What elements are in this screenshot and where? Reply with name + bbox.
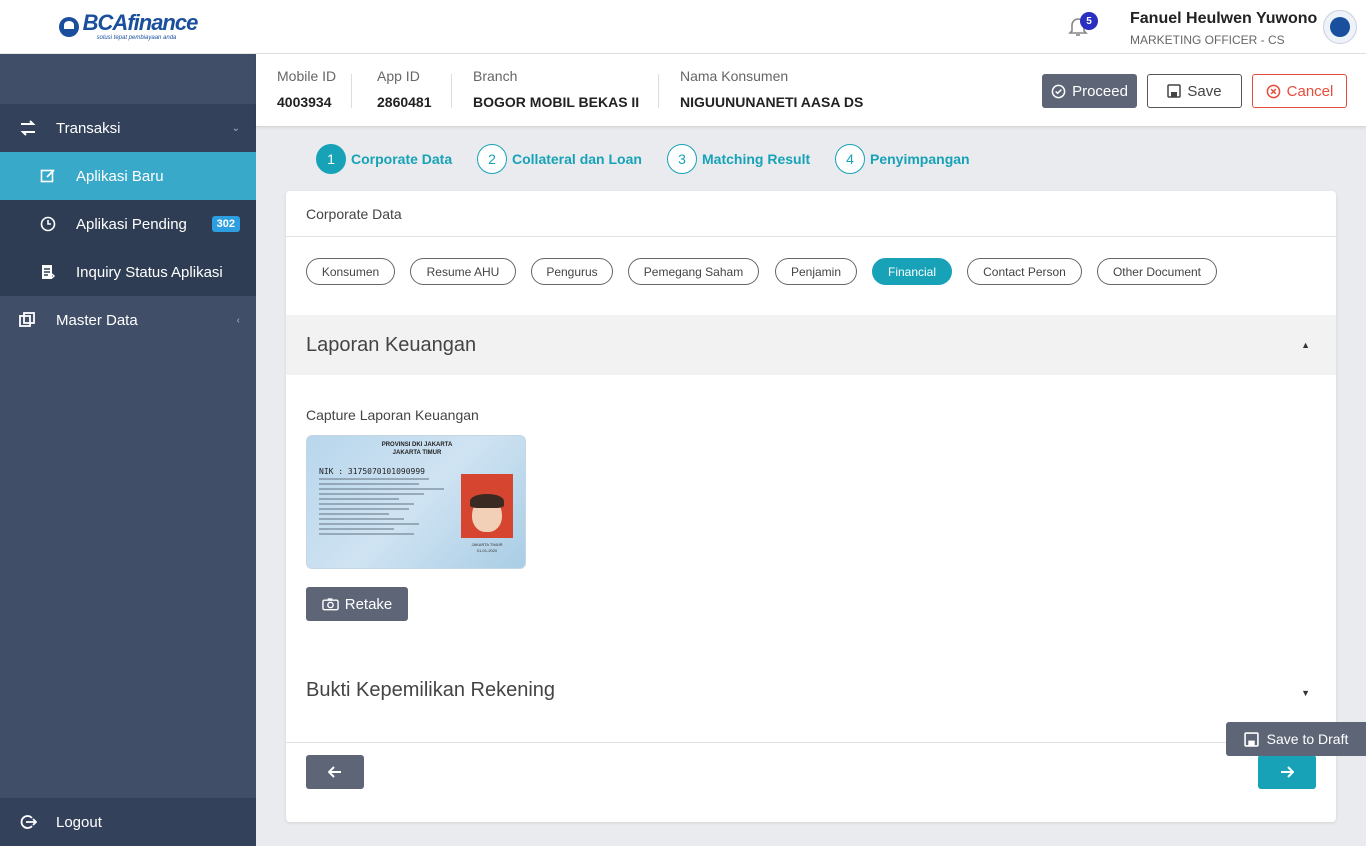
- user-name[interactable]: Fanuel Heulwen Yuwono: [1130, 10, 1317, 28]
- ktp-detail-lines: [319, 478, 459, 538]
- capture-label: Capture Laporan Keuangan: [306, 407, 479, 423]
- sidebar-item-transaksi[interactable]: Transaksi ⌄: [0, 104, 256, 152]
- cancel-label: Cancel: [1286, 82, 1334, 100]
- proceed-label: Proceed: [1072, 82, 1128, 100]
- caret-down-icon[interactable]: ▼: [1301, 688, 1310, 698]
- save-button[interactable]: Save: [1147, 74, 1242, 108]
- x-circle-icon: [1266, 84, 1280, 98]
- top-header: 5 Fanuel Heulwen Yuwono MARKETING OFFICE…: [256, 0, 1366, 54]
- step-collateral-loan[interactable]: 2 Collateral dan Loan: [477, 144, 642, 174]
- corporate-data-card: Corporate Data Konsumen Resume AHU Pengu…: [286, 191, 1336, 822]
- cancel-button[interactable]: Cancel: [1252, 74, 1347, 108]
- section-title: Laporan Keuangan: [306, 333, 477, 356]
- app-id-label: App ID: [377, 68, 420, 84]
- sidebar-item-label: Aplikasi Baru: [76, 167, 164, 185]
- brand-logo[interactable]: BCAfinance solusi tepat pembiayaan anda: [58, 10, 199, 41]
- ktp-header: PROVINSI DKI JAKARTA JAKARTA TIMUR: [381, 442, 453, 456]
- ktp-place-date: JAKARTA TIMUR 01-01-2020: [471, 542, 503, 553]
- logout-label: Logout: [56, 813, 102, 831]
- tab-penjamin[interactable]: Penjamin: [775, 258, 857, 285]
- proceed-button[interactable]: Proceed: [1042, 74, 1137, 108]
- tab-other-document[interactable]: Other Document: [1097, 258, 1217, 285]
- branch-value: BOGOR MOBIL BEKAS II: [473, 94, 640, 110]
- user-role: MARKETING OFFICER - CS: [1130, 33, 1285, 47]
- next-button[interactable]: [1258, 755, 1316, 789]
- tab-financial[interactable]: Financial: [872, 258, 952, 285]
- sidebar: BCAfinance solusi tepat pembiayaan anda …: [0, 0, 256, 846]
- save-label: Save: [1187, 82, 1222, 100]
- logout-icon: [18, 812, 38, 832]
- sidebar-item-inquiry-status[interactable]: Inquiry Status Aplikasi: [0, 248, 256, 296]
- edit-icon: [38, 166, 58, 186]
- sidebar-item-label: Master Data: [56, 311, 138, 329]
- sidebar-item-aplikasi-baru[interactable]: Aplikasi Baru: [0, 152, 256, 200]
- tab-pengurus[interactable]: Pengurus: [531, 258, 613, 285]
- sidebar-item-aplikasi-pending[interactable]: Aplikasi Pending 302: [0, 200, 256, 248]
- bca-logo-icon: [58, 16, 79, 37]
- captured-document-image[interactable]: PROVINSI DKI JAKARTA JAKARTA TIMUR NIK :…: [306, 435, 526, 569]
- step-matching-result[interactable]: 3 Matching Result: [667, 144, 810, 174]
- transfer-icon: [18, 118, 38, 138]
- consumer-value: NIGUUNUNANETI AASA DS: [680, 94, 864, 110]
- sidebar-item-label: Aplikasi Pending: [76, 215, 187, 233]
- tab-pemegang-saham[interactable]: Pemegang Saham: [628, 258, 759, 285]
- tab-contact-person[interactable]: Contact Person: [967, 258, 1082, 285]
- sidebar-item-label: Inquiry Status Aplikasi: [76, 263, 223, 281]
- sidebar-item-master-data[interactable]: Master Data ‹: [0, 296, 256, 344]
- brand-tagline: solusi tepat pembiayaan anda: [96, 35, 177, 41]
- section-laporan-keuangan[interactable]: Laporan Keuangan ▲: [286, 315, 1336, 375]
- save-to-draft-label: Save to Draft: [1266, 731, 1349, 747]
- section-bukti-kepemilikan-rekening[interactable]: Bukti Kepemilikan Rekening: [306, 679, 555, 702]
- tab-resume-ahu[interactable]: Resume AHU: [410, 258, 516, 285]
- avatar[interactable]: [1323, 10, 1357, 44]
- step-penyimpangan[interactable]: 4 Penyimpangan: [835, 144, 970, 174]
- arrow-left-icon: [328, 766, 341, 778]
- sidebar-item-label: Transaksi: [56, 119, 121, 137]
- ktp-nik: NIK : 3175070101090999: [319, 467, 425, 476]
- document-icon: [38, 262, 58, 282]
- floppy-icon: [1167, 84, 1182, 98]
- check-circle-icon: [1051, 84, 1066, 98]
- tab-konsumen[interactable]: Konsumen: [306, 258, 395, 285]
- mobile-id-value: 4003934: [277, 94, 332, 110]
- branch-field: Branch BOGOR MOBIL BEKAS II: [473, 68, 639, 110]
- application-info-bar: Mobile ID 4003934 App ID 2860481 Branch …: [256, 54, 1366, 127]
- divider: [286, 742, 1336, 743]
- logo-area: BCAfinance solusi tepat pembiayaan anda: [0, 0, 256, 54]
- chevron-down-icon: ⌄: [231, 122, 240, 134]
- copy-icon: [18, 310, 38, 330]
- floppy-icon: [1243, 731, 1259, 747]
- clock-icon: [38, 214, 58, 234]
- caret-up-icon: ▲: [1301, 340, 1310, 350]
- consumer-field: Nama Konsumen NIGUUNUNANETI AASA DS: [680, 68, 863, 110]
- camera-icon: [321, 598, 339, 611]
- mobile-id-field: Mobile ID 4003934: [277, 68, 336, 110]
- retake-label: Retake: [344, 595, 393, 613]
- pending-count-badge: 302: [211, 216, 240, 232]
- notification-count-badge: 5: [1080, 12, 1098, 30]
- logout-button[interactable]: Logout: [0, 798, 256, 846]
- app-id-field: App ID 2860481: [377, 68, 432, 110]
- previous-button[interactable]: [306, 755, 364, 789]
- ktp-photo: [461, 474, 513, 538]
- card-title: Corporate Data: [286, 191, 1336, 237]
- save-to-draft-button[interactable]: Save to Draft: [1226, 722, 1366, 756]
- consumer-label: Nama Konsumen: [680, 68, 789, 84]
- chevron-left-icon: ‹: [236, 314, 240, 326]
- branch-label: Branch: [473, 68, 518, 84]
- arrow-right-icon: [1281, 766, 1294, 778]
- retake-button[interactable]: Retake: [306, 587, 408, 621]
- app-id-value: 2860481: [377, 94, 432, 110]
- mobile-id-label: Mobile ID: [277, 68, 337, 84]
- brand-name: BCAfinance: [82, 10, 199, 35]
- step-corporate-data[interactable]: 1 Corporate Data: [316, 144, 452, 174]
